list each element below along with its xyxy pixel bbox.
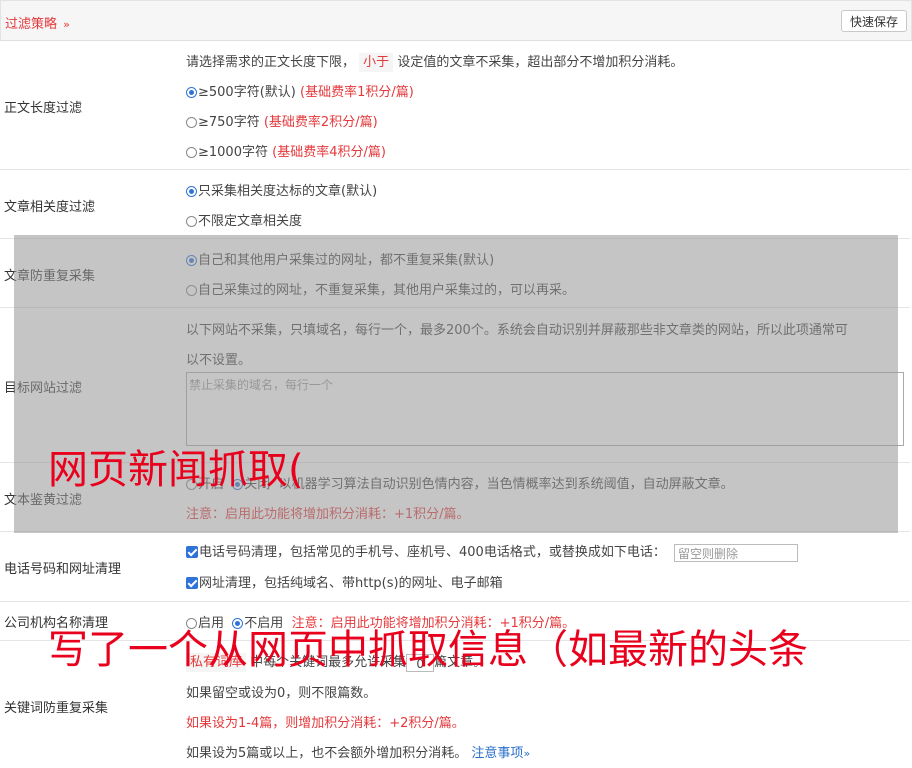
- porn-option-off[interactable]: 关闭: [232, 477, 270, 492]
- radio-icon[interactable]: [186, 479, 197, 490]
- company-option-on[interactable]: 启用: [186, 616, 224, 631]
- radio-icon[interactable]: [186, 117, 197, 128]
- option-label: 只采集相关度达标的文章(默认): [198, 184, 378, 199]
- notes-link-text: 注意事项: [471, 746, 524, 761]
- checkbox-checked-icon[interactable]: [186, 546, 198, 558]
- keyword-limit-text: 篇文章。: [434, 655, 487, 670]
- section-title[interactable]: 过滤策略 »: [5, 13, 70, 32]
- option-label: 启用: [198, 616, 225, 631]
- company-option-off[interactable]: 不启用: [232, 616, 283, 631]
- chevron-down-icon: »: [63, 18, 70, 31]
- option-label: 网址清理，包括纯域名、带http(s)的网址、电子邮箱: [199, 576, 503, 591]
- radio-icon[interactable]: [186, 285, 197, 296]
- option-label: ≥1000字符: [198, 145, 268, 160]
- row-label: 文章防重复采集: [4, 269, 96, 284]
- length-option-750[interactable]: ≥750字符 (基础费率2积分/篇): [186, 111, 378, 130]
- option-label: 不启用: [244, 616, 284, 631]
- phone-clean-option[interactable]: 电话号码清理，包括常见的手机号、座机号、400电话格式，或替换成如下电话： 留空…: [186, 541, 798, 562]
- company-clean-options: 启用 不启用 注意：启用此功能将增加积分消耗：+1积分/篇。: [186, 612, 575, 631]
- option-note: (基础费率4积分/篇): [272, 145, 386, 160]
- radio-selected-icon[interactable]: [232, 479, 244, 490]
- checkbox-checked-icon[interactable]: [186, 577, 198, 589]
- porn-filter-note: 注意：启用此功能将增加积分消耗：+1积分/篇。: [186, 507, 470, 522]
- option-label: 电话号码清理，包括常见的手机号、座机号、400电话格式，或替换成如下电话：: [199, 545, 666, 560]
- keyword-note-3: 如果设为5篇或以上，也不会额外增加积分消耗。 注意事项»: [186, 742, 530, 761]
- option-label: 关闭: [244, 477, 271, 492]
- row-dedupe: 文章防重复采集 自己和其他用户采集过的网址，都不重复采集(默认) 自己采集过的网…: [0, 239, 910, 308]
- keyword-note-2: 如果设为1-4篇，则增加积分消耗：+2积分/篇。: [186, 716, 465, 731]
- radio-icon[interactable]: [186, 216, 197, 227]
- row-label: 正文长度过滤: [4, 101, 83, 116]
- section-title-text: 过滤策略: [5, 17, 58, 32]
- site-filter-desc-1: 以下网站不采集，只填域名，每行一个，最多200个。系统会自动识别并屏蔽那些非文章…: [186, 323, 848, 338]
- row-label: 目标网站过滤: [4, 381, 83, 396]
- filter-strategy-header: 过滤策略 » 快速保存: [0, 0, 912, 41]
- desc-text: 设定值的文章不采集，超出部分不增加积分消耗。: [397, 55, 684, 70]
- url-clean-option[interactable]: 网址清理，包括纯域名、带http(s)的网址、电子邮箱: [186, 572, 503, 591]
- radio-selected-icon[interactable]: [232, 618, 244, 629]
- less-than-tag: 小于: [359, 53, 394, 72]
- porn-filter-desc: 以机器学习算法自动识别色情内容，当色情概率达到系统阈值，自动屏蔽文章。: [278, 477, 734, 492]
- porn-filter-options: 开启 关闭 以机器学习算法自动识别色情内容，当色情概率达到系统阈值，自动屏蔽文章…: [186, 473, 734, 492]
- company-clean-note: 注意：启用此功能将增加积分消耗：+1积分/篇。: [291, 616, 576, 631]
- keyword-note-text: 如果设为5篇或以上，也不会额外增加积分消耗。: [186, 746, 468, 761]
- relevance-option-any[interactable]: 不限定文章相关度: [186, 210, 302, 229]
- length-filter-desc: 请选择需求的正文长度下限， 小于 设定值的文章不采集，超出部分不增加积分消耗。: [186, 51, 684, 72]
- radio-icon[interactable]: [186, 618, 197, 629]
- option-label: 不限定文章相关度: [198, 214, 303, 229]
- option-label: ≥500字符(默认): [198, 85, 296, 100]
- site-filter-desc-2: 以不设置。: [186, 353, 252, 368]
- keyword-limit-line: 私有词库 中每个关键词最多允许采集 0 篇文章。: [186, 651, 486, 672]
- relevance-option-strict[interactable]: 只采集相关度达标的文章(默认): [186, 180, 377, 199]
- length-option-500[interactable]: ≥500字符(默认) (基础费率1积分/篇): [186, 81, 414, 100]
- notes-link[interactable]: 注意事项»: [471, 746, 530, 761]
- row-label: 文章相关度过滤: [4, 200, 96, 215]
- option-label: 自己采集过的网址，不重复采集，其他用户采集过的，可以再采。: [198, 283, 576, 298]
- row-label: 文本鉴黄过滤: [4, 493, 83, 508]
- row-relevance-filter: 文章相关度过滤 只采集相关度达标的文章(默认) 不限定文章相关度: [0, 170, 910, 239]
- row-length-filter: 正文长度过滤 请选择需求的正文长度下限， 小于 设定值的文章不采集，超出部分不增…: [0, 40, 910, 170]
- radio-selected-icon[interactable]: [186, 255, 197, 266]
- keyword-note-1: 如果留空或设为0，则不限篇数。: [186, 686, 377, 701]
- private-lexicon-tag: 私有词库: [186, 653, 247, 672]
- keyword-limit-input[interactable]: 0: [406, 653, 435, 672]
- radio-selected-icon[interactable]: [186, 186, 197, 197]
- blocked-domains-textarea[interactable]: 禁止采集的域名，每行一个: [186, 372, 904, 446]
- option-label: ≥750字符: [198, 115, 260, 130]
- radio-icon[interactable]: [186, 147, 197, 158]
- row-label: 电话号码和网址清理: [4, 562, 122, 577]
- radio-selected-icon[interactable]: [186, 87, 197, 98]
- desc-text: 请选择需求的正文长度下限，: [186, 55, 356, 70]
- quick-save-button[interactable]: 快速保存: [840, 10, 907, 32]
- keyword-limit-text: 中每个关键词最多允许采集: [250, 655, 407, 670]
- row-contact-clean: 电话号码和网址清理 电话号码清理，包括常见的手机号、座机号、400电话格式，或替…: [0, 532, 910, 602]
- option-label: 开启: [198, 477, 225, 492]
- row-porn-filter: 文本鉴黄过滤 开启 关闭 以机器学习算法自动识别色情内容，当色情概率达到系统阈值…: [0, 463, 910, 532]
- porn-option-on[interactable]: 开启: [186, 477, 224, 492]
- row-keyword-dedupe: 关键词防重复采集 私有词库 中每个关键词最多允许采集 0 篇文章。 如果留空或设为0…: [0, 641, 910, 768]
- length-option-1000[interactable]: ≥1000字符 (基础费率4积分/篇): [186, 141, 386, 160]
- dedupe-option-all[interactable]: 自己和其他用户采集过的网址，都不重复采集(默认): [186, 249, 494, 268]
- dedupe-option-self[interactable]: 自己采集过的网址，不重复采集，其他用户采集过的，可以再采。: [186, 279, 575, 298]
- option-note: (基础费率1积分/篇): [300, 85, 414, 100]
- option-note: (基础费率2积分/篇): [263, 115, 378, 130]
- row-label: 关键词防重复采集: [4, 701, 109, 716]
- row-company-clean: 公司机构名称清理 启用 不启用 注意：启用此功能将增加积分消耗：+1积分/篇。: [0, 602, 910, 641]
- replacement-phone-input[interactable]: 留空则删除: [673, 543, 798, 562]
- option-label: 自己和其他用户采集过的网址，都不重复采集(默认): [198, 253, 495, 268]
- chevron-down-icon: »: [523, 747, 531, 760]
- row-label: 公司机构名称清理: [4, 616, 109, 631]
